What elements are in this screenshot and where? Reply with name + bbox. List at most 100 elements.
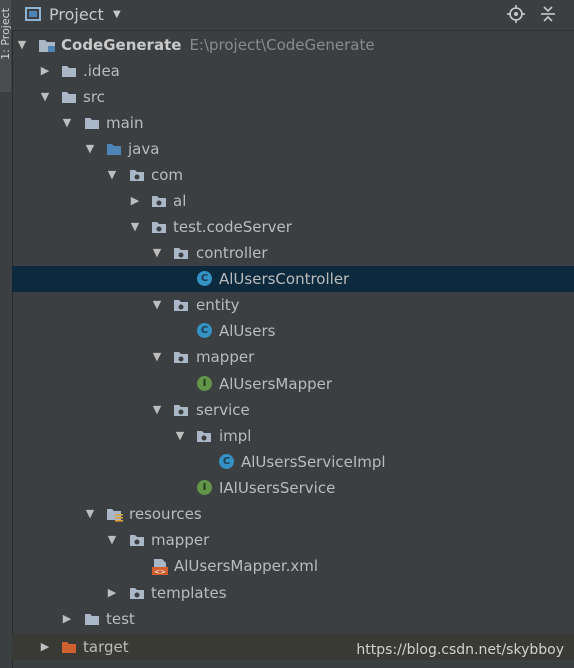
collapsed-arrow-icon[interactable]: ▶ — [39, 65, 51, 77]
tree-label-mapper: mapper — [196, 348, 255, 366]
expanded-arrow-icon[interactable]: ▼ — [106, 169, 118, 181]
caret-down-icon[interactable]: ▼ — [113, 9, 121, 20]
resources-folder-icon — [106, 506, 123, 522]
excluded-folder-icon — [61, 639, 77, 655]
expanded-arrow-icon[interactable]: ▼ — [151, 299, 163, 311]
project-tool-tab-label: 1: Project — [0, 8, 12, 60]
tree-label-idea: .idea — [83, 62, 120, 80]
folder-icon — [61, 63, 77, 79]
xml-file-icon: <> — [151, 558, 168, 576]
interface-icon: I — [197, 480, 212, 495]
tree-row-idea[interactable]: ▶ .idea — [12, 58, 574, 84]
package-folder-icon — [173, 402, 189, 418]
tree-label-alusers-mapper-xml: AlUsersMapper.xml — [174, 557, 319, 575]
tree-label-alusers-mapper: AlUsersMapper — [219, 375, 333, 393]
collapsed-arrow-icon[interactable]: ▶ — [61, 613, 73, 625]
collapsed-arrow-icon[interactable]: ▶ — [129, 195, 141, 207]
package-folder-icon — [173, 245, 189, 261]
tree-label-target: target — [83, 638, 129, 656]
tree-row-main[interactable]: ▼ main — [12, 110, 574, 136]
collapsed-arrow-icon[interactable]: ▶ — [106, 587, 118, 599]
tree-row-com[interactable]: ▼ com — [12, 162, 574, 188]
class-icon: C — [197, 271, 212, 286]
tree-row-res-mapper[interactable]: ▼ mapper — [12, 527, 574, 553]
tree-label-controller: controller — [196, 244, 268, 262]
tree-row-alusers-controller[interactable]: C AlUsersController — [12, 266, 574, 292]
tree-row-java[interactable]: ▼ java — [12, 136, 574, 162]
tree-label-entity: entity — [196, 296, 240, 314]
tree-label-java: java — [128, 140, 160, 158]
collapse-all-icon[interactable] — [538, 4, 558, 24]
tree-label-test: test — [106, 610, 135, 628]
tree-label-main: main — [106, 114, 144, 132]
tree-label-alusers: AlUsers — [219, 322, 276, 340]
package-folder-icon — [151, 193, 167, 209]
tree-row-root[interactable]: ▼ CodeGenerate E:\project\CodeGenerate — [12, 32, 574, 58]
tree-row-controller[interactable]: ▼ controller — [12, 240, 574, 266]
package-folder-icon — [196, 428, 212, 444]
folder-icon — [61, 89, 77, 105]
expanded-arrow-icon[interactable]: ▼ — [129, 221, 141, 233]
tree-row-service[interactable]: ▼ service — [12, 397, 574, 423]
project-tool-tab[interactable]: 1: Project — [0, 0, 12, 92]
expanded-arrow-icon[interactable]: ▼ — [151, 351, 163, 363]
package-folder-icon — [129, 167, 145, 183]
tree-label-alusers-controller: AlUsersController — [219, 270, 350, 288]
tree-row-alusers-serviceimpl[interactable]: C AlUsersServiceImpl — [12, 449, 574, 475]
package-folder-icon — [173, 349, 189, 365]
tree-row-ialusers-service[interactable]: I IAlUsersService — [12, 475, 574, 501]
tree-label-src: src — [83, 88, 105, 106]
tree-label-impl: impl — [219, 427, 252, 445]
expanded-arrow-icon[interactable]: ▼ — [174, 430, 186, 442]
tree-row-alusers-mapper-xml[interactable]: <> AlUsersMapper.xml — [12, 553, 574, 579]
tree-label-templates: templates — [151, 584, 227, 602]
svg-text:<>: <> — [154, 568, 166, 576]
package-folder-icon — [151, 219, 167, 235]
project-tree: ▼ CodeGenerate E:\project\CodeGenerate ▶ … — [12, 31, 574, 668]
expanded-arrow-icon[interactable]: ▼ — [106, 534, 118, 546]
folder-icon — [84, 611, 100, 627]
tree-row-src[interactable]: ▼ src — [12, 84, 574, 110]
tree-row-alusers-mapper[interactable]: I AlUsersMapper — [12, 371, 574, 397]
tree-label-test-codeserver: test.codeServer — [173, 218, 292, 236]
tree-label-ialusers-service: IAlUsersService — [219, 479, 336, 497]
root-path: E:\project\CodeGenerate — [189, 36, 375, 54]
package-folder-icon — [129, 585, 145, 601]
tree-row-alusers[interactable]: C AlUsers — [12, 318, 574, 344]
module-folder-icon — [38, 37, 55, 53]
tree-row-templates[interactable]: ▶ templates — [12, 580, 574, 606]
project-view-title[interactable]: Project — [49, 5, 104, 24]
expanded-arrow-icon[interactable]: ▼ — [39, 91, 51, 103]
expanded-arrow-icon[interactable]: ▼ — [16, 39, 28, 51]
tree-label-root: CodeGenerate E:\project\CodeGenerate — [61, 35, 375, 55]
expanded-arrow-icon[interactable]: ▼ — [151, 247, 163, 259]
class-icon: C — [219, 454, 234, 469]
folder-icon — [84, 115, 100, 131]
collapsed-arrow-icon[interactable]: ▶ — [39, 641, 51, 653]
source-folder-icon — [106, 141, 122, 157]
expanded-arrow-icon[interactable]: ▼ — [84, 508, 96, 520]
class-icon: C — [197, 323, 212, 338]
tree-label-alusers-serviceimpl: AlUsersServiceImpl — [241, 453, 386, 471]
tree-row-test-codeserver[interactable]: ▼ test.codeServer — [12, 214, 574, 240]
tree-row-impl[interactable]: ▼ impl — [12, 423, 574, 449]
package-folder-icon — [173, 297, 189, 313]
expanded-arrow-icon[interactable]: ▼ — [84, 143, 96, 155]
tree-row-test[interactable]: ▶ test — [12, 606, 574, 632]
package-folder-icon — [129, 532, 145, 548]
project-window-icon — [25, 7, 41, 21]
tree-row-resources[interactable]: ▼ resources — [12, 501, 574, 527]
tree-label-com: com — [151, 166, 184, 184]
tree-row-al[interactable]: ▶ al — [12, 188, 574, 214]
tree-label-service: service — [196, 401, 250, 419]
tree-row-entity[interactable]: ▼ entity — [12, 292, 574, 318]
tree-row-mapper[interactable]: ▼ mapper — [12, 344, 574, 370]
project-header: Project ▼ — [12, 0, 574, 31]
root-name: CodeGenerate — [61, 36, 182, 54]
tree-label-al: al — [173, 192, 187, 210]
tree-label-resources: resources — [129, 505, 202, 523]
locate-icon[interactable] — [506, 4, 526, 24]
expanded-arrow-icon[interactable]: ▼ — [151, 404, 163, 416]
tree-label-res-mapper: mapper — [151, 531, 210, 549]
expanded-arrow-icon[interactable]: ▼ — [61, 117, 73, 129]
